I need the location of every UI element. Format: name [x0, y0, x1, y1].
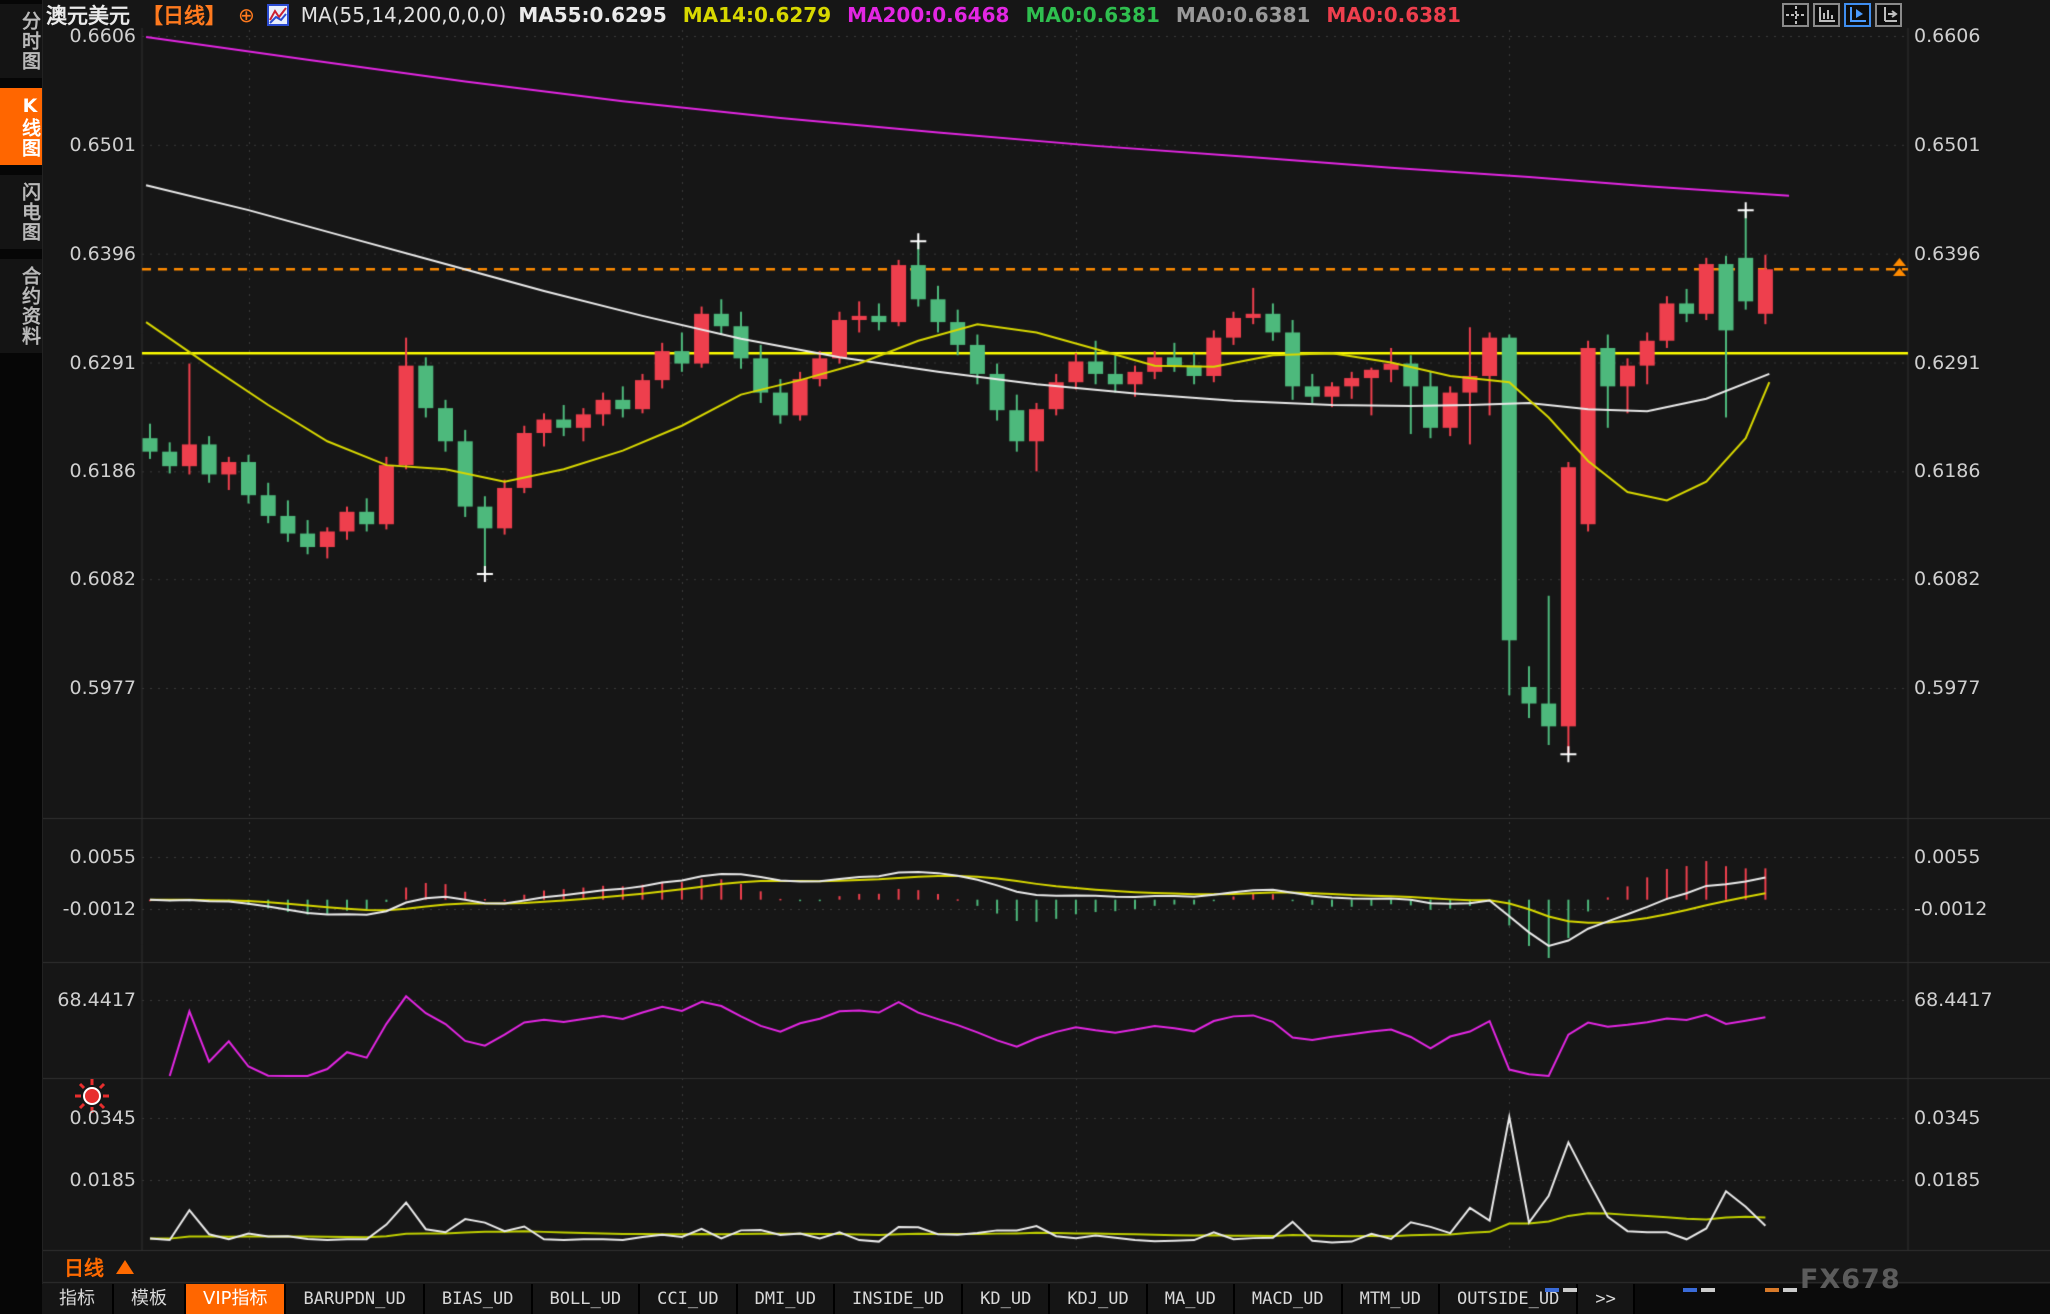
ma-value-1: MA14:0.6279: [683, 3, 831, 27]
bottom-tab-dmi_ud[interactable]: DMI_UD: [738, 1284, 835, 1314]
macd-axis-label: 0.0055: [70, 846, 136, 868]
sidebar-item-kline[interactable]: K线图: [0, 88, 42, 165]
left-sidebar: 分时图 K线图 闪电图 合约资料: [0, 0, 43, 1314]
right-price-axis: 0.6606 0.6501 0.6396 0.6291 0.6186 0.6082 0.59…: [1914, 0, 2044, 1260]
atr-axis-label: 0.0185: [1914, 1169, 1980, 1191]
triangle-up-icon: [116, 1260, 134, 1274]
y-axis-label: 0.6396: [70, 243, 136, 265]
atr-axis-label: 0.0345: [1914, 1107, 1980, 1129]
axis-chart-icon[interactable]: [1813, 3, 1840, 27]
rsi-axis-label: 68.4417: [57, 989, 136, 1011]
sidebar-item-flash[interactable]: 闪电图: [0, 175, 42, 249]
ma-value-2: MA200:0.6468: [847, 3, 1009, 27]
y-axis-label: 0.6606: [70, 25, 136, 47]
ma-settings: MA(55,14,200,0,0,0): [301, 3, 507, 27]
macd-axis-label: -0.0012: [63, 898, 136, 920]
y-axis-label: 0.6501: [1914, 134, 1980, 156]
sidebar-item-contract-info[interactable]: 合约资料: [0, 259, 42, 353]
y-axis-label: 0.6501: [70, 134, 136, 156]
watermark-dash: [1545, 1288, 1559, 1292]
y-axis-label: 0.6606: [1914, 25, 1980, 47]
bottom-tab-inside_ud[interactable]: INSIDE_UD: [835, 1284, 963, 1314]
bottom-tab-kd_ud[interactable]: KD_UD: [963, 1284, 1050, 1314]
watermark-dash: [1683, 1288, 1697, 1292]
shift-chart-icon[interactable]: [1875, 3, 1902, 27]
watermark-dash: [1765, 1288, 1779, 1292]
chart-header: 澳元美元 【日线】 ⊕ MA(55,14,200,0,0,0) MA55:0.6…: [46, 2, 1461, 28]
watermark-dash: [1701, 1288, 1715, 1292]
crosshair-icon[interactable]: [1782, 3, 1809, 27]
atr-axis-label: 0.0345: [70, 1107, 136, 1129]
ma-value-5: MA0:0.6381: [1326, 3, 1460, 27]
bottom-tab-kdj_ud[interactable]: KDJ_UD: [1050, 1284, 1147, 1314]
y-axis-label: 0.6291: [70, 352, 136, 374]
y-axis-label: 0.6396: [1914, 243, 1980, 265]
price-chart-canvas[interactable]: [0, 0, 2050, 1314]
bottom-tab-[interactable]: 模板: [114, 1284, 186, 1314]
y-axis-label: 0.5977: [70, 677, 136, 699]
watermark-dash: [1563, 1288, 1577, 1292]
macd-axis-label: 0.0055: [1914, 846, 1980, 868]
pointer-chart-icon[interactable]: [1844, 3, 1871, 27]
rsi-axis-label: 68.4417: [1914, 989, 1993, 1011]
period-selector-label: 日线: [64, 1252, 104, 1281]
bottom-tab-[interactable]: 指标: [42, 1284, 114, 1314]
chart-window: 分时图 K线图 闪电图 合约资料 澳元美元 【日线】 ⊕ MA(55,14,20…: [0, 0, 2050, 1314]
atr-axis-label: 0.0185: [70, 1169, 136, 1191]
y-axis-label: 0.6082: [1914, 568, 1980, 590]
sidebar-item-timeshare[interactable]: 分时图: [0, 4, 42, 78]
y-axis-label: 0.6186: [70, 460, 136, 482]
y-axis-label: 0.6082: [70, 568, 136, 590]
bottom-tab-vip[interactable]: VIP指标: [186, 1284, 286, 1314]
bottom-tab-bias_ud[interactable]: BIAS_UD: [425, 1284, 533, 1314]
macd-axis-label: -0.0012: [1914, 898, 1987, 920]
ma-values: MA55:0.6295 MA14:0.6279 MA200:0.6468 MA0:0.…: [518, 3, 1461, 27]
watermark-dash: [1783, 1288, 1797, 1292]
bottom-tab-ma_ud[interactable]: MA_UD: [1148, 1284, 1235, 1314]
bottom-tab->>[interactable]: >>: [1578, 1284, 1634, 1314]
left-price-axis: 0.6606 0.6501 0.6396 0.6291 0.6186 0.6082 0.59…: [38, 0, 136, 1260]
chart-toolbar: [1782, 3, 1902, 27]
ma-value-4: MA0:0.6381: [1176, 3, 1310, 27]
bottom-tab-cci_ud[interactable]: CCI_UD: [640, 1284, 737, 1314]
y-axis-label: 0.6291: [1914, 352, 1980, 374]
bottom-tab-macd_ud[interactable]: MACD_UD: [1235, 1284, 1343, 1314]
indicator-tab-bar: 指标模板VIP指标BARUPDN_UDBIAS_UDBOLL_UDCCI_UDD…: [42, 1284, 2050, 1314]
bottom-tab-mtm_ud[interactable]: MTM_UD: [1343, 1284, 1440, 1314]
y-axis-label: 0.5977: [1914, 677, 1980, 699]
ma-value-3: MA0:0.6381: [1025, 3, 1159, 27]
y-axis-label: 0.6186: [1914, 460, 1980, 482]
ma-value-0: MA55:0.6295: [518, 3, 666, 27]
bottom-tab-barupdn_ud[interactable]: BARUPDN_UD: [286, 1284, 424, 1314]
bottom-tab-boll_ud[interactable]: BOLL_UD: [533, 1284, 641, 1314]
watermark: FX678: [1800, 1264, 1901, 1295]
period-selector[interactable]: 日线: [64, 1252, 134, 1281]
period-tag: 【日线】: [142, 0, 226, 30]
target-icon[interactable]: ⊕: [238, 5, 255, 25]
ma-indicator-icon[interactable]: [267, 4, 289, 26]
